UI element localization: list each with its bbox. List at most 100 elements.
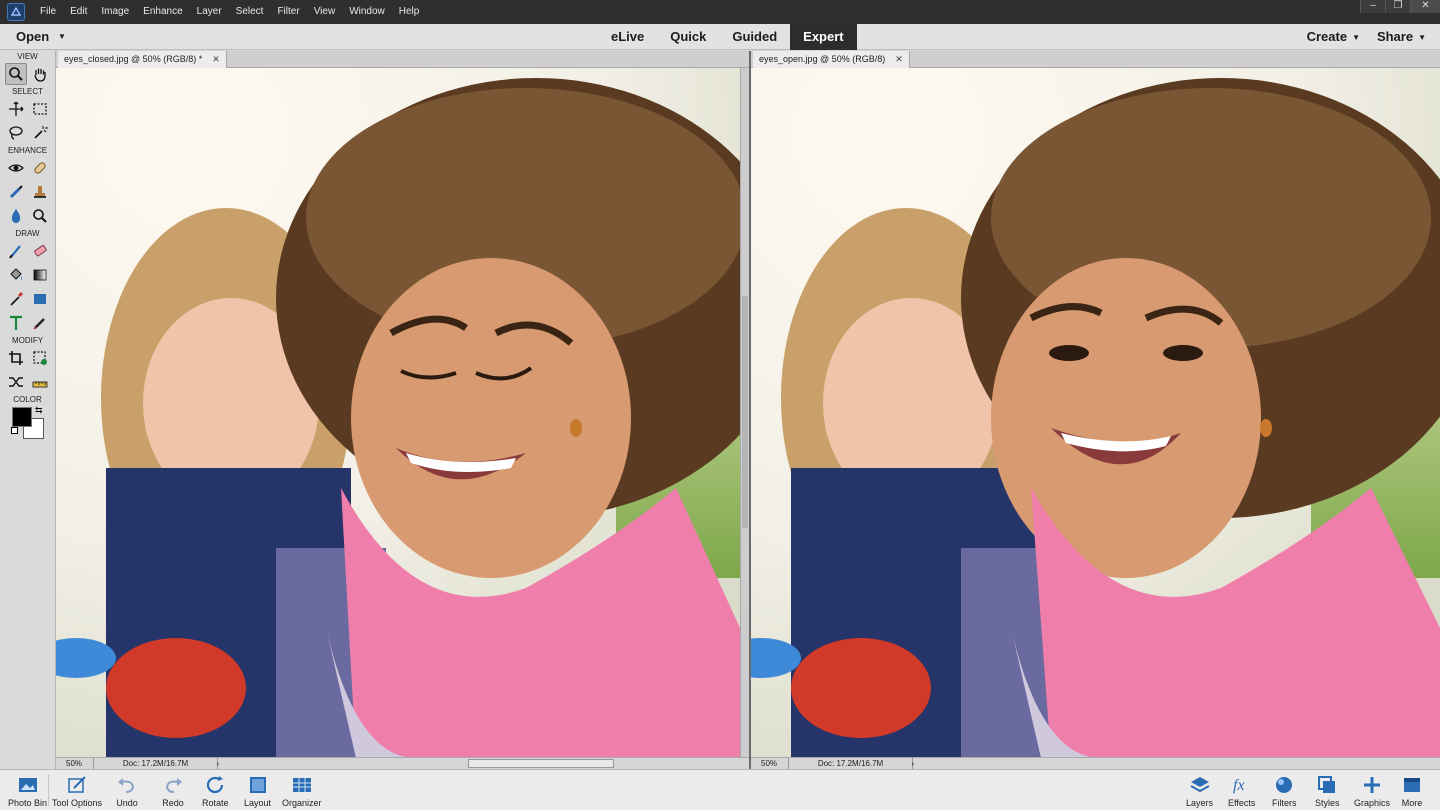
magic-wand-tool-icon[interactable]: [29, 122, 51, 144]
content-aware-move-tool-icon[interactable]: [5, 371, 27, 393]
minimize-button[interactable]: ‒: [1360, 0, 1385, 13]
doc-size-text: Doc: 17.2M/16.7M: [817, 758, 884, 768]
pencil-tool-icon[interactable]: [29, 312, 51, 334]
create-button[interactable]: Create ▼: [1307, 29, 1360, 44]
layout-icon: [249, 777, 266, 793]
menu-select[interactable]: Select: [229, 0, 271, 24]
close-tab-icon[interactable]: ✕: [895, 51, 903, 68]
move-tool-icon[interactable]: [5, 98, 27, 120]
app-logo-icon: [7, 3, 25, 21]
mode-quick[interactable]: Quick: [657, 24, 719, 50]
photo-bin-button[interactable]: Photo Bin: [8, 774, 47, 808]
restore-button[interactable]: ❐: [1385, 0, 1410, 13]
menu-window[interactable]: Window: [342, 0, 392, 24]
create-label: Create: [1306, 29, 1348, 44]
menu-edit[interactable]: Edit: [63, 0, 94, 24]
image-canvas-eyes-open[interactable]: [751, 68, 1440, 757]
more-button[interactable]: More: [1401, 774, 1423, 808]
crop-tool-icon[interactable]: [5, 347, 27, 369]
menu-filter[interactable]: Filter: [270, 0, 306, 24]
effects-label: Effects: [1228, 798, 1256, 808]
effects-button[interactable]: fx Effects: [1228, 774, 1255, 808]
graphics-button[interactable]: Graphics: [1354, 774, 1390, 808]
clone-stamp-tool-icon[interactable]: [29, 181, 51, 203]
straighten-tool-icon[interactable]: [29, 371, 51, 393]
foreground-color-swatch[interactable]: [12, 407, 32, 427]
styles-label: Styles: [1315, 798, 1340, 808]
filters-button[interactable]: Filters: [1272, 774, 1297, 808]
zoom-level[interactable]: 50%: [56, 757, 94, 770]
mode-guided[interactable]: Guided: [719, 24, 790, 50]
undo-label: Undo: [116, 798, 138, 808]
blur-tool-icon[interactable]: [5, 205, 27, 227]
share-button[interactable]: Share ▼: [1377, 29, 1426, 44]
layers-label: Layers: [1186, 798, 1214, 808]
document-tab-title: eyes_closed.jpg @ 50% (RGB/8) *: [64, 54, 203, 64]
menu-image[interactable]: Image: [94, 0, 136, 24]
spot-healing-tool-icon[interactable]: [29, 157, 51, 179]
section-view-label: VIEW: [17, 52, 38, 61]
paint-bucket-tool-icon[interactable]: [5, 264, 27, 286]
document-tab-eyes-closed[interactable]: eyes_closed.jpg @ 50% (RGB/8) * ✕: [58, 51, 227, 68]
close-window-button[interactable]: ✕: [1410, 0, 1440, 13]
share-label: Share: [1376, 29, 1414, 44]
redo-button[interactable]: Redo: [162, 774, 184, 808]
mode-elive[interactable]: eLive: [598, 24, 657, 50]
open-button[interactable]: Open: [16, 29, 49, 44]
rotate-button[interactable]: Rotate: [202, 774, 229, 808]
tool-options-button[interactable]: Tool Options: [52, 774, 102, 808]
menu-view[interactable]: View: [307, 0, 343, 24]
recompose-tool-icon[interactable]: [29, 347, 51, 369]
organizer-label: Organizer: [282, 798, 322, 808]
menu-file[interactable]: File: [33, 0, 63, 24]
document-tab-eyes-open[interactable]: eyes_open.jpg @ 50% (RGB/8) ✕: [753, 51, 910, 68]
doc-size-info: Doc: 17.2M/16.7M ›: [94, 757, 219, 770]
open-dropdown-icon[interactable]: ▼: [58, 32, 66, 41]
section-color-label: COLOR: [13, 395, 42, 404]
mode-expert[interactable]: Expert: [790, 24, 857, 50]
layers-button[interactable]: Layers: [1186, 774, 1213, 808]
document-window-right: eyes_open.jpg @ 50% (RGB/8) ✕ 50% Doc: 1…: [749, 51, 1440, 770]
red-eye-tool-icon[interactable]: [5, 157, 27, 179]
shape-tool-icon[interactable]: [29, 288, 51, 310]
menu-help[interactable]: Help: [392, 0, 427, 24]
eraser-tool-icon[interactable]: [29, 240, 51, 262]
brush-tool-icon[interactable]: [5, 240, 27, 262]
smart-brush-tool-icon[interactable]: [5, 181, 27, 203]
layout-button[interactable]: Layout: [244, 774, 271, 808]
horizontal-scroll-thumb[interactable]: [468, 759, 614, 768]
gradient-tool-icon[interactable]: [29, 264, 51, 286]
default-colors-icon[interactable]: [11, 427, 18, 434]
sponge-tool-icon[interactable]: [29, 205, 51, 227]
lasso-tool-icon[interactable]: [5, 122, 27, 144]
menu-bar: File Edit Image Enhance Layer Select Fil…: [0, 0, 1440, 24]
zoom-level[interactable]: 50%: [751, 757, 789, 770]
tool-options-label: Tool Options: [52, 798, 103, 808]
zoom-tool-icon[interactable]: [4, 63, 27, 85]
image-canvas-eyes-closed[interactable]: [56, 68, 749, 757]
menu-layer[interactable]: Layer: [190, 0, 229, 24]
section-draw-label: DRAW: [15, 229, 40, 238]
create-dropdown-icon: ▼: [1352, 33, 1360, 43]
vertical-scroll-thumb[interactable]: [742, 296, 748, 528]
section-enhance-label: ENHANCE: [7, 146, 48, 155]
rotate-label: Rotate: [202, 798, 229, 808]
type-tool-icon[interactable]: [5, 312, 27, 334]
photo-bin-icon: [18, 778, 37, 792]
close-tab-icon[interactable]: ✕: [212, 51, 220, 68]
vertical-scrollbar[interactable]: [740, 68, 749, 757]
divider: [48, 774, 49, 806]
organizer-button[interactable]: Organizer: [282, 774, 322, 808]
eyedropper-tool-icon[interactable]: [5, 288, 27, 310]
menu-enhance[interactable]: Enhance: [136, 0, 189, 24]
undo-button[interactable]: Undo: [116, 774, 138, 808]
horizontal-scrollbar[interactable]: [913, 758, 1440, 769]
horizontal-scrollbar[interactable]: [218, 758, 749, 769]
status-bar: 50% Doc: 17.2M/16.7M ›: [56, 757, 749, 770]
tool-options-icon: [68, 776, 86, 793]
marquee-tool-icon[interactable]: [29, 98, 51, 120]
swap-colors-icon[interactable]: ⇆: [35, 405, 43, 416]
styles-button[interactable]: Styles: [1315, 774, 1340, 808]
hand-tool-icon[interactable]: [29, 63, 51, 85]
redo-label: Redo: [162, 798, 184, 808]
